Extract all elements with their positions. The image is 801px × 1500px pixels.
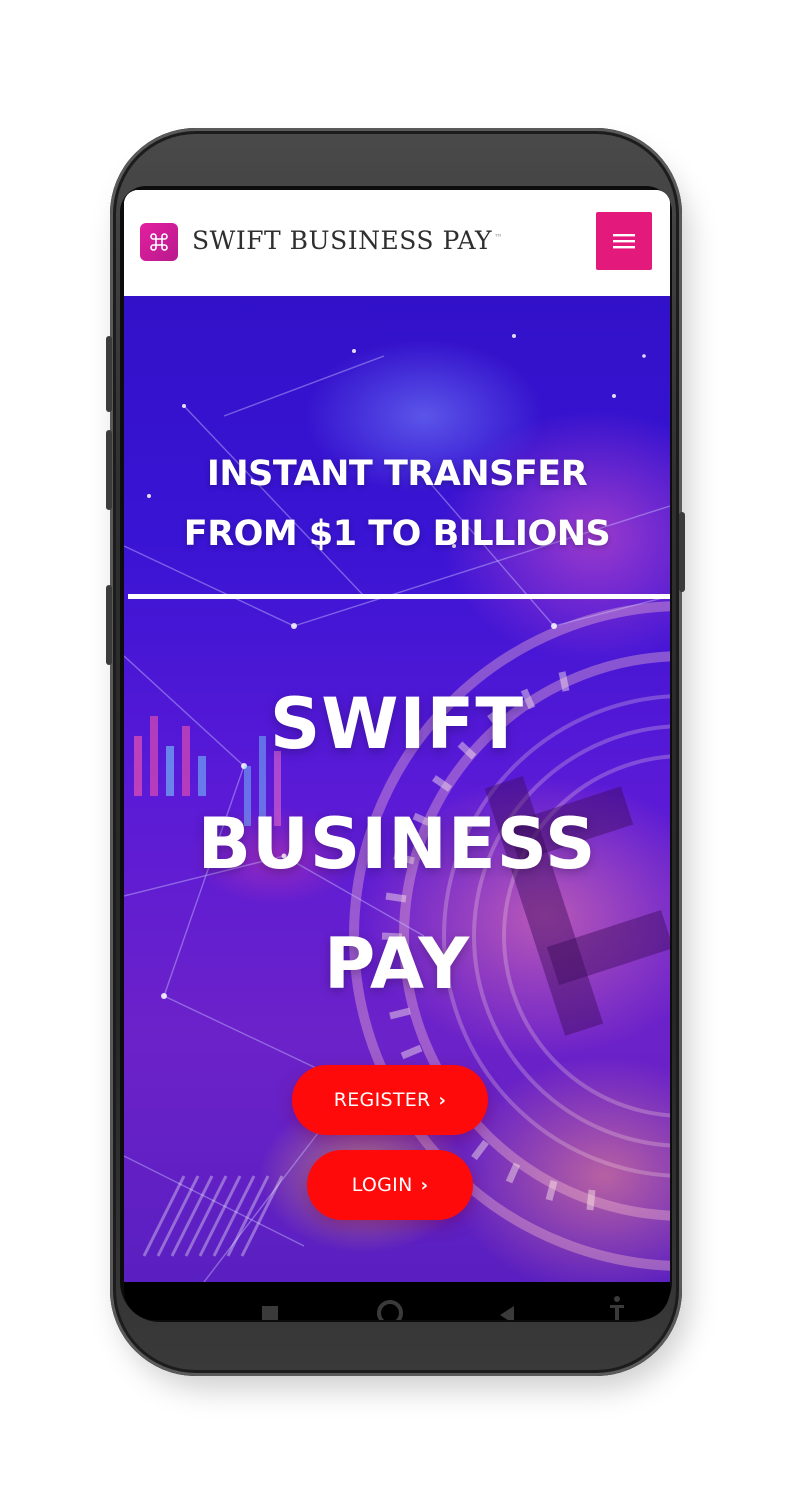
chevron-right-icon: › xyxy=(420,1174,429,1196)
login-button[interactable]: LOGIN › xyxy=(307,1150,473,1220)
menu-button[interactable] xyxy=(596,212,652,270)
hero-title-line: BUSINESS xyxy=(197,803,597,885)
hero-title-line: SWIFT xyxy=(269,683,525,765)
phone-side-button xyxy=(106,336,112,412)
square-recents-icon[interactable] xyxy=(262,1306,278,1320)
login-button-label: LOGIN xyxy=(351,1174,413,1196)
accessibility-icon[interactable] xyxy=(610,1296,624,1320)
hero-tagline: INSTANT TRANSFER FROM $1 TO BILLIONS xyxy=(124,444,670,564)
register-button-label: REGISTER xyxy=(333,1089,431,1111)
hero-divider xyxy=(128,594,670,599)
phone-side-button xyxy=(106,585,112,665)
circle-home-icon[interactable] xyxy=(377,1300,403,1320)
hero-title: SWIFT BUSINESS PAY xyxy=(124,664,670,1024)
tagline-line: INSTANT TRANSFER xyxy=(206,454,588,494)
trademark-mark: ™ xyxy=(494,232,503,242)
brand-name[interactable]: SWIFT BUSINESS PAY ™ xyxy=(192,226,503,255)
phone-side-button xyxy=(679,512,685,592)
system-navigation-bar xyxy=(124,1282,670,1320)
site-header: SWIFT BUSINESS PAY ™ xyxy=(124,190,670,296)
hamburger-menu-icon xyxy=(613,234,635,249)
hero-title-line: PAY xyxy=(323,923,471,1005)
tagline-line: FROM $1 TO BILLIONS xyxy=(183,514,611,554)
phone-screen: SWIFT BUSINESS PAY ™ INSTANT TRANSFER FR… xyxy=(124,190,670,1282)
phone-side-button xyxy=(106,430,112,510)
chevron-right-icon: › xyxy=(438,1089,447,1111)
device-mockup: SWIFT BUSINESS PAY ™ INSTANT TRANSFER FR… xyxy=(0,0,801,1500)
command-key-icon[interactable] xyxy=(140,223,178,261)
register-button[interactable]: REGISTER › xyxy=(292,1065,488,1135)
brand-name-text: SWIFT BUSINESS PAY xyxy=(192,226,493,255)
triangle-back-icon[interactable] xyxy=(500,1306,514,1320)
hero-banner: INSTANT TRANSFER FROM $1 TO BILLIONS SWI… xyxy=(124,296,670,1282)
